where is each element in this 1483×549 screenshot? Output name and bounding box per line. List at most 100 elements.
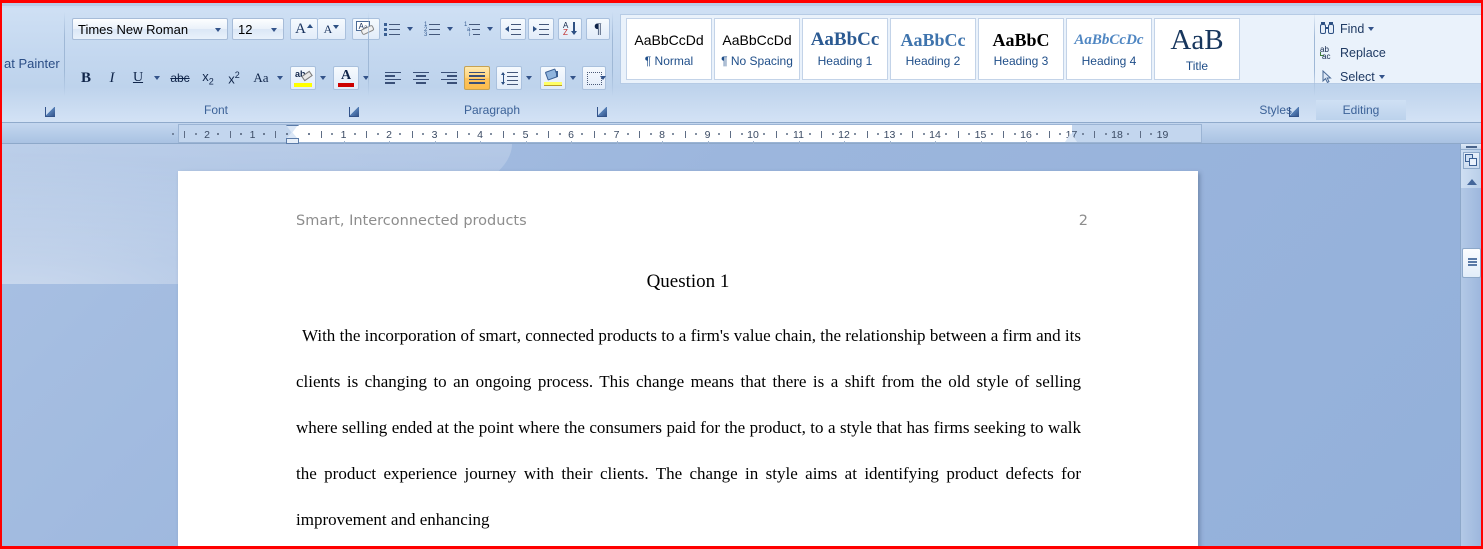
text-highlight-color-button[interactable]: ab (290, 66, 316, 90)
style-item-title[interactable]: AaB Title (1154, 18, 1240, 80)
editing-group-body: Find ab ac Replace Select (1316, 10, 1406, 98)
style-item-heading-2[interactable]: AaBbCc Heading 2 (890, 18, 976, 80)
font-size-combobox[interactable]: 12 (232, 18, 284, 40)
ruler-bar (548, 131, 550, 138)
ruler-bar (1048, 131, 1050, 138)
underline-button[interactable]: U (126, 66, 150, 90)
show-formatting-marks-button[interactable]: ¶ (586, 18, 610, 40)
italic-button[interactable]: I (100, 66, 124, 90)
decrease-indent-button[interactable] (500, 18, 526, 40)
scroll-up-button[interactable] (1464, 176, 1479, 188)
align-center-button[interactable] (408, 66, 434, 90)
bullets-dropdown[interactable] (403, 20, 416, 38)
split-window-handle[interactable] (1461, 144, 1481, 150)
body-paragraph: With the incorporation of smart, connect… (296, 326, 1081, 529)
borders-dropdown[interactable] (596, 68, 609, 88)
scrollbar-thumb[interactable] (1462, 248, 1481, 278)
style-item-heading-3[interactable]: AaBbC Heading 3 (978, 18, 1064, 80)
select-button[interactable]: Select (1320, 66, 1404, 88)
bold-button[interactable]: B (74, 66, 98, 90)
style-sample: AaBbCcDd (634, 32, 704, 48)
font-group-body: Times New Roman 12 A A A B I U abc x2 x2… (68, 10, 380, 98)
style-label: Heading 2 (905, 54, 961, 68)
style-item-heading-4[interactable]: AaBbCcDс Heading 4 (1066, 18, 1152, 80)
select-label: Select (1340, 70, 1375, 84)
find-label: Find (1340, 22, 1365, 36)
ruler-dot (649, 133, 652, 135)
ruler-dot (535, 133, 538, 135)
justify-button[interactable] (464, 66, 490, 90)
style-item-normal[interactable]: AaBbCcDd ¶ Normal (626, 18, 712, 80)
change-case-button[interactable]: Aa (248, 66, 274, 90)
group-separator (1314, 12, 1315, 96)
styles-dialog-launcher[interactable] (1286, 104, 1300, 118)
strikethrough-button[interactable]: abc (168, 66, 192, 90)
ruler-bar (1003, 131, 1005, 138)
ribbon-group-font: Times New Roman 12 A A A B I U abc x2 x2… (68, 10, 380, 120)
ruler-dot (353, 133, 356, 135)
right-indent-marker[interactable] (1065, 133, 1077, 142)
chevron-down-icon (525, 76, 532, 80)
clipboard-dialog-launcher[interactable] (42, 104, 56, 118)
styles-group-body: AaBbCcDd ¶ Normal AaBbCcDd ¶ No Spacing … (614, 10, 1481, 98)
font-dialog-launcher[interactable] (346, 104, 360, 118)
pilcrow-icon: ¶ (594, 20, 602, 37)
paragraph-dialog-launcher[interactable] (594, 104, 608, 118)
select-browse-object-button[interactable] (1463, 152, 1480, 169)
styles-group-label: Styles (1259, 103, 1292, 117)
ruler-dot (877, 133, 880, 135)
line-spacing-dropdown[interactable] (522, 68, 535, 88)
format-painter-button[interactable]: at Painter (4, 56, 60, 71)
ruler-number: 1 (249, 128, 256, 141)
shrink-font-button[interactable]: A (318, 18, 346, 40)
ruler-bar (866, 131, 868, 138)
align-left-button[interactable] (380, 66, 406, 90)
replace-button[interactable]: ab ac Replace (1320, 42, 1404, 64)
document-body[interactable]: With the incorporation of smart, connect… (296, 313, 1081, 543)
vertical-scrollbar[interactable] (1460, 144, 1481, 546)
ruler-dot (740, 133, 743, 135)
underline-dropdown[interactable] (150, 68, 164, 88)
highlight-color-dropdown[interactable] (316, 68, 329, 88)
chevron-down-icon (1378, 75, 1385, 79)
grow-font-button[interactable]: A (290, 18, 318, 40)
ruler-dot (968, 133, 971, 135)
bold-icon: B (80, 69, 91, 86)
font-color-dropdown[interactable] (359, 68, 372, 88)
superscript-button[interactable]: x2 (222, 66, 246, 90)
ribbon-top-line (2, 6, 1481, 8)
find-button[interactable]: Find (1320, 18, 1404, 40)
style-label: Heading 4 (1081, 54, 1137, 68)
scrollbar-track[interactable] (1461, 188, 1481, 546)
change-case-dropdown[interactable] (273, 68, 286, 88)
document-page[interactable]: Smart, Interconnected products 2 Questio… (178, 171, 1198, 546)
style-sample: AaBbCc (900, 30, 966, 50)
split-grip (1466, 146, 1477, 148)
align-right-button[interactable] (436, 66, 462, 90)
ruler-dot (763, 133, 766, 135)
multilevel-list-button[interactable]: 1 a i (460, 18, 484, 40)
font-color-button[interactable]: A (333, 66, 359, 90)
multilevel-list-dropdown[interactable] (483, 20, 496, 38)
ruler-dot (262, 133, 265, 135)
page-number: 2 (1078, 213, 1088, 229)
horizontal-ruler[interactable]: 2 1 1 2 3 4 5 6 7 8 9 10 11 12 13 14 15 16 17 18 19 (171, 124, 1202, 144)
font-name-combobox[interactable]: Times New Roman (72, 18, 228, 40)
increase-indent-button[interactable] (528, 18, 554, 40)
style-sample: AaBbCс (810, 30, 880, 50)
numbering-dropdown[interactable] (443, 20, 456, 38)
shading-button[interactable] (540, 66, 566, 90)
style-item-no-spacing[interactable]: AaBbCcDd ¶ No Spacing (714, 18, 800, 80)
style-label: ¶ Normal (644, 54, 694, 68)
style-item-heading-1[interactable]: AaBbCс Heading 1 (802, 18, 888, 80)
line-spacing-button[interactable] (496, 66, 522, 90)
ruler-dot (604, 133, 607, 135)
bullets-icon (384, 23, 400, 36)
document-header[interactable]: Smart, Interconnected products 2 (296, 211, 1088, 231)
numbering-button[interactable]: 1 2 3 (420, 18, 444, 40)
bullets-button[interactable] (380, 18, 404, 40)
subscript-button[interactable]: x2 (196, 66, 220, 90)
sort-button[interactable]: A Z (558, 18, 582, 40)
arrow-up-icon (306, 24, 313, 28)
shading-dropdown[interactable] (566, 68, 579, 88)
